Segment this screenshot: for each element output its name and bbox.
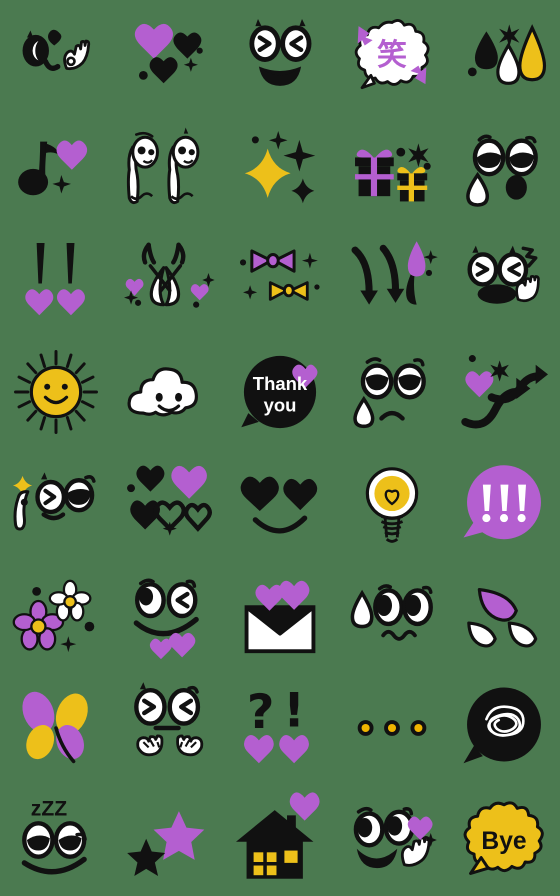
- grinning-face-squint-eyes-icon: [249, 19, 312, 86]
- winking-face-ok-hand-icon: [22, 29, 91, 71]
- love-letter-envelope-icon: [244, 580, 316, 654]
- sticker-cell-double-exclamation-hearts[interactable]: Two exclamation marks with purple heart …: [0, 224, 112, 336]
- zzz-text: zZZ: [31, 797, 67, 820]
- double-exclamation-hearts-icon: [25, 243, 85, 316]
- question-exclamation-hearts-icon: ? !: [243, 683, 309, 764]
- sticker-cell-determined-face-fists[interactable]: Determined squinting face with two fists: [112, 672, 224, 784]
- bye-cloud-bubble-icon: Bye: [463, 801, 544, 875]
- light-bulb-idea-icon: [365, 467, 419, 543]
- sticker-cell-three-dots-ellipsis[interactable]: Three dots ellipsis with amber centers: [336, 672, 448, 784]
- smiling-cloud-icon: [127, 367, 198, 417]
- sticker-cell-love-letter-envelope[interactable]: White envelope with purple hearts: [224, 560, 336, 672]
- sticker-cell-sleeping-face-zzz[interactable]: Sleeping face with zZZ zZZ: [0, 784, 112, 896]
- sticker-cell-hearts-cluster[interactable]: Purple and black hearts cluster: [112, 0, 224, 112]
- sticker-cell-flowers-pair[interactable]: Purple and white daisy flowers: [0, 560, 112, 672]
- sticker-cell-winking-face-ok-hand[interactable]: Winking face with OK hand and black hear…: [0, 0, 112, 112]
- question-mark-text: ?: [247, 685, 275, 740]
- winking-smile-hearts-icon: [133, 578, 199, 660]
- flowers-pair-icon: [12, 579, 95, 653]
- determined-face-fists-icon: [134, 682, 204, 757]
- sweat-drops-trio-icon: [467, 24, 547, 85]
- waving-smile-face-icon: [353, 806, 437, 869]
- music-note-heart-icon: [18, 140, 88, 196]
- sticker-cell-worried-sweat-face[interactable]: Worried face with sweat drop and wavy mo…: [336, 560, 448, 672]
- gift-boxes-icon: [355, 143, 431, 202]
- bye-text: Bye: [481, 828, 526, 855]
- exclamation-mark-text: !: [283, 683, 305, 738]
- emoji-sticker-sheet: Winking face with OK hand and black hear…: [0, 0, 560, 896]
- sparkle-wink-eyes-icon: [12, 472, 96, 531]
- sticker-cell-praying-hands-bow[interactable]: Bowing praying hands with hearts and spa…: [112, 224, 224, 336]
- sticker-cell-exclamation-bubble[interactable]: Purple round speech bubble with three ex…: [448, 448, 560, 560]
- shooting-stars-icon: [127, 811, 205, 876]
- sleeping-face-zzz-icon: zZZ: [21, 797, 87, 875]
- you-text: you: [264, 394, 297, 415]
- sticker-cell-light-bulb-idea[interactable]: Glowing yellow light bulb: [336, 448, 448, 560]
- crying-sad-face-icon: [353, 357, 426, 429]
- sticker-cell-sparkles-glitter[interactable]: Yellow and black sparkle stars: [224, 112, 336, 224]
- down-arrows-drop-icon: [351, 241, 438, 305]
- ribbon-bows-icon: [239, 249, 320, 301]
- sticker-cell-house-home[interactable]: Black house with yellow windows and purp…: [224, 784, 336, 896]
- hearts-cluster-icon: [134, 23, 203, 84]
- sticker-cell-sweat-drops-trio[interactable]: Three teardrops with sparkle: [448, 0, 560, 112]
- sticker-cell-bye-cloud-bubble[interactable]: Yellow cloud bubble reading Bye Bye: [448, 784, 560, 896]
- angry-face-fist-icon: [467, 245, 540, 304]
- sticker-cell-heart-eyes-smile[interactable]: Heart shaped eyes with curved smile: [224, 448, 336, 560]
- sticker-cell-falling-petals[interactable]: Purple and white falling petals: [448, 560, 560, 672]
- house-home-icon: [236, 792, 320, 879]
- heart-pile-icon: [127, 465, 212, 536]
- sticker-cell-waving-smile-face[interactable]: Smiling face waving hand with purple hea…: [336, 784, 448, 896]
- sticker-cell-down-arrows-drop[interactable]: Downward arrows with purple drop: [336, 224, 448, 336]
- sticker-cell-cheering-hands-faces[interactable]: Two cheering hand characters: [112, 112, 224, 224]
- falling-petals-icon: [467, 588, 538, 648]
- sticker-cell-smiling-cloud[interactable]: White smiling cloud: [112, 336, 224, 448]
- scribble-bubble-icon: [463, 687, 541, 764]
- sticker-cell-sparkle-wink-eyes[interactable]: Winking eyes with yellow sparkle: [0, 448, 112, 560]
- laugh-kanji-text: 笑: [377, 38, 407, 73]
- butterfly-icon: [22, 691, 88, 764]
- sticker-cell-smiling-sun[interactable]: Yellow smiling sun with rays: [0, 336, 112, 448]
- sticker-cell-butterfly[interactable]: Purple and yellow butterfly: [0, 672, 112, 784]
- smiling-sun-icon: [14, 350, 98, 434]
- sleepy-tired-eyes-icon: [466, 134, 538, 207]
- sticker-cell-thank-you-bubble[interactable]: Black round speech bubble reading Thank …: [224, 336, 336, 448]
- praying-hands-bow-icon: [124, 242, 215, 308]
- sticker-cell-winking-smile-hearts[interactable]: Winking smiling face with purple hearts: [112, 560, 224, 672]
- three-dots-ellipsis-icon: [357, 720, 427, 736]
- thank-you-bubble-icon: Thank you: [241, 355, 318, 429]
- sticker-cell-ribbon-bows[interactable]: Purple and yellow ribbon bows: [224, 224, 336, 336]
- rising-arrow-heart-icon: [461, 355, 548, 429]
- laugh-cloud-bubble-icon: 笑: [354, 19, 430, 90]
- sticker-cell-rising-arrow-heart[interactable]: Rising arrow with purple heart and spark…: [448, 336, 560, 448]
- cheering-hands-faces-icon: [126, 127, 200, 205]
- sticker-cell-laugh-cloud-bubble[interactable]: Cloud speech bubble with laugh kanji 笑: [336, 0, 448, 112]
- sticker-cell-heart-pile[interactable]: Pile of purple and black hearts: [112, 448, 224, 560]
- sticker-cell-angry-face-fist[interactable]: Angry squinting face with raised fist: [448, 224, 560, 336]
- sticker-cell-crying-sad-face[interactable]: Sad crying face with teardrop: [336, 336, 448, 448]
- sticker-cell-gift-boxes[interactable]: Two wrapped gift boxes purple and yellow…: [336, 112, 448, 224]
- sticker-cell-shooting-stars[interactable]: Black and purple stars: [112, 784, 224, 896]
- thank-text: Thank: [253, 373, 308, 394]
- sticker-cell-question-exclamation-hearts[interactable]: Question mark and exclamation mark with …: [224, 672, 336, 784]
- exclamation-bubble-icon: [463, 465, 541, 540]
- sticker-cell-grinning-face-squint-eyes[interactable]: Grinning face with squinting eyes and op…: [224, 0, 336, 112]
- sticker-cell-sleepy-tired-eyes[interactable]: Half-closed tired eyes with teardrop: [448, 112, 560, 224]
- sparkles-glitter-icon: [244, 131, 316, 204]
- sticker-cell-scribble-bubble[interactable]: Black speech bubble with white scribble: [448, 672, 560, 784]
- worried-sweat-face-icon: [350, 584, 433, 641]
- heart-eyes-smile-icon: [240, 476, 318, 534]
- sticker-cell-music-note-heart[interactable]: Music note with purple heart and sparkle: [0, 112, 112, 224]
